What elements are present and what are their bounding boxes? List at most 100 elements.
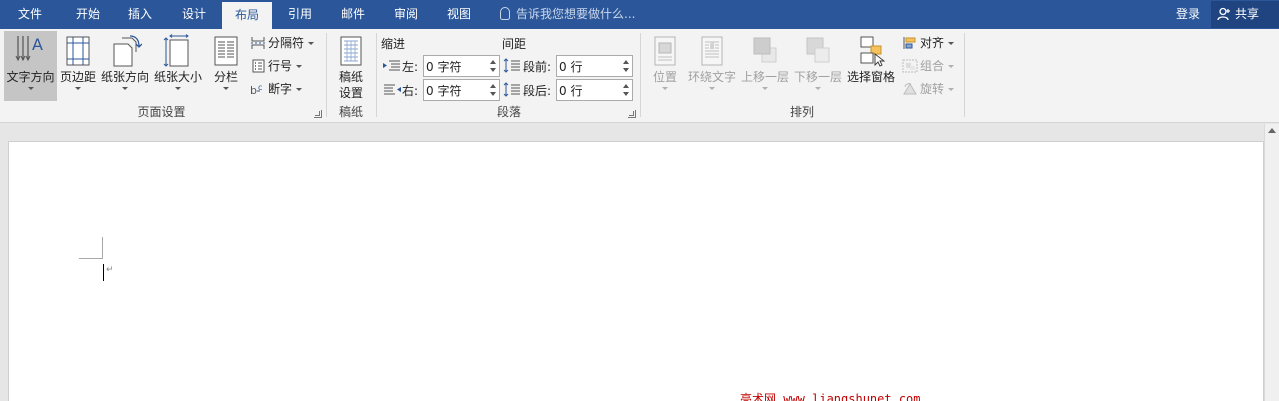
position-button[interactable]: 位置 <box>646 31 684 101</box>
bring-forward-icon <box>753 37 777 63</box>
size-button[interactable]: 纸张大小 <box>152 31 204 101</box>
tab-mailings[interactable]: 邮件 <box>331 0 375 29</box>
bring-forward-label: 上移一层 <box>740 70 789 84</box>
group-button[interactable]: 组合 <box>902 56 955 76</box>
indent-right-icon <box>384 84 401 95</box>
tell-me-text: 告诉我您想要做什么... <box>516 7 636 21</box>
orientation-label: 纸张方向 <box>100 70 149 84</box>
spacing-before-spinner[interactable] <box>556 55 633 77</box>
line-numbers-button[interactable]: 行号 <box>250 56 303 76</box>
spacing-after-input[interactable] <box>559 82 619 98</box>
scroll-up-icon[interactable] <box>1268 128 1276 133</box>
spin-down-icon[interactable] <box>623 68 629 72</box>
columns-button[interactable]: 分栏 <box>206 31 246 101</box>
size-label: 纸张大小 <box>153 70 202 84</box>
wrap-text-button[interactable]: 环绕文字 <box>686 31 738 101</box>
indent-right-input[interactable] <box>426 82 486 98</box>
hyphenation-button[interactable]: b c 断字 <box>250 79 303 99</box>
share-button[interactable]: 共享 <box>1211 1 1279 28</box>
svg-text:b: b <box>250 84 257 96</box>
indent-right-spinner[interactable] <box>423 79 500 101</box>
line-numbers-label: 行号 <box>268 59 293 73</box>
text-cursor <box>103 264 104 281</box>
bring-forward-button[interactable]: 上移一层 <box>739 31 791 101</box>
chevron-down-icon <box>175 87 181 90</box>
orientation-button[interactable]: 纸张方向 <box>99 31 151 101</box>
spin-up-icon[interactable] <box>623 60 629 64</box>
tab-insert[interactable]: 插入 <box>118 0 162 29</box>
draft-paper-setup-button[interactable]: 稿纸 设置 <box>330 31 372 101</box>
tab-review[interactable]: 审阅 <box>384 0 428 29</box>
margins-button[interactable]: 页边距 <box>58 31 98 101</box>
group-divider <box>640 33 641 117</box>
columns-icon <box>214 36 238 66</box>
document-page[interactable]: ↵ 亮术网 www.liangshunet.com <box>8 141 1264 401</box>
send-backward-button[interactable]: 下移一层 <box>792 31 844 101</box>
line-numbers-icon <box>252 59 265 73</box>
indent-right-label: 右: <box>402 84 419 98</box>
text-direction-icon: A <box>15 35 43 62</box>
vertical-scrollbar[interactable] <box>1264 124 1279 401</box>
document-area: ↵ 亮术网 www.liangshunet.com <box>0 124 1279 401</box>
watermark-text: 亮术网 www.liangshunet.com <box>740 392 921 401</box>
indent-left-spinner[interactable] <box>423 55 500 77</box>
chevron-down-icon <box>223 87 229 90</box>
paragraph-mark-icon: ↵ <box>106 265 114 275</box>
rotate-button[interactable]: 旋转 <box>902 79 955 99</box>
align-button[interactable]: 对齐 <box>902 33 955 53</box>
chevron-down-icon <box>815 87 821 90</box>
spacing-after-spinner[interactable] <box>556 79 633 101</box>
spacing-heading: 间距 <box>502 37 527 51</box>
draft-paper-setup-label-line1: 稿纸 <box>338 70 363 84</box>
tab-design[interactable]: 设计 <box>172 0 216 29</box>
spacing-before-row: 段前: <box>503 55 635 77</box>
indent-left-label: 左: <box>402 60 419 74</box>
send-backward-label: 下移一层 <box>793 70 842 84</box>
indent-heading: 缩进 <box>381 37 406 51</box>
lightbulb-icon <box>500 7 510 20</box>
selection-pane-button[interactable]: 选择窗格 <box>845 31 897 101</box>
share-label: 共享 <box>1235 7 1260 21</box>
send-backward-icon <box>806 37 830 63</box>
tab-home[interactable]: 开始 <box>66 0 110 29</box>
spin-down-icon[interactable] <box>490 92 496 96</box>
chevron-down-icon <box>27 87 34 90</box>
rotate-icon <box>903 83 917 95</box>
chevron-down-icon <box>75 87 81 90</box>
paragraph-group-label: 段落 <box>496 105 521 119</box>
hyphenation-icon: bc <box>250 83 262 96</box>
indent-left-input[interactable] <box>426 58 486 74</box>
chevron-down-icon <box>948 42 955 45</box>
breaks-button[interactable]: 分隔符 <box>250 33 315 53</box>
indent-left-icon <box>383 60 400 71</box>
margins-label: 页边距 <box>59 70 96 84</box>
page-setup-group-label: 页面设置 <box>137 105 186 119</box>
spin-up-icon[interactable] <box>490 84 496 88</box>
wrap-text-icon <box>701 36 723 66</box>
selection-pane-icon <box>860 36 886 67</box>
tab-references[interactable]: 引用 <box>278 0 322 29</box>
chevron-down-icon <box>948 88 955 91</box>
spin-up-icon[interactable] <box>623 84 629 88</box>
paragraph-launcher-icon[interactable] <box>628 110 636 118</box>
person-icon <box>1217 7 1230 21</box>
page-setup-launcher-icon[interactable] <box>314 110 322 118</box>
align-label: 对齐 <box>920 36 945 50</box>
text-direction-button[interactable]: A 文字方向 <box>4 31 57 101</box>
tab-layout[interactable]: 布局 <box>222 2 272 29</box>
spacing-after-label: 段后: <box>523 84 552 98</box>
tab-view[interactable]: 视图 <box>437 0 481 29</box>
chevron-down-icon <box>122 87 128 90</box>
draft-paper-setup-label-line2: 设置 <box>338 86 363 100</box>
spin-down-icon[interactable] <box>623 92 629 96</box>
tab-file[interactable]: 文件 <box>8 0 52 29</box>
spin-down-icon[interactable] <box>490 68 496 72</box>
spacing-after-icon <box>503 82 520 97</box>
chevron-down-icon <box>296 65 303 68</box>
group-label: 组合 <box>920 59 945 73</box>
position-label: 位置 <box>652 70 677 84</box>
spacing-before-input[interactable] <box>559 58 619 74</box>
spin-up-icon[interactable] <box>490 60 496 64</box>
tell-me-box[interactable]: 告诉我您想要做什么... <box>500 0 635 29</box>
login-link[interactable]: 登录 <box>1176 0 1200 29</box>
